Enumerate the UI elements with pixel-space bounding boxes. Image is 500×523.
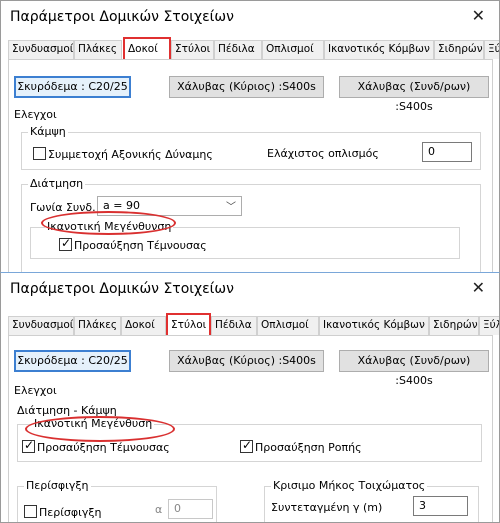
close-icon[interactable]: ✕ xyxy=(472,6,485,25)
tab-reinforcement[interactable]: Οπλισμοί xyxy=(257,316,319,335)
capacity-group: Ικανοτική Μεγένθυση Προσαύξηση Τέμνουσας… xyxy=(17,417,482,462)
confinement-check-label: Περίσφιγξη xyxy=(39,506,102,519)
steel-links-button[interactable]: Χάλυβας (Συνδ/ρων) :S400s xyxy=(339,350,489,387)
confinement-checkbox[interactable] xyxy=(24,505,37,518)
close-icon[interactable]: ✕ xyxy=(472,278,485,297)
tab-footings[interactable]: Πέδιλα xyxy=(214,40,262,59)
checks-label: Ελεγχοι xyxy=(14,384,57,397)
shear-increase-checkbox[interactable] xyxy=(22,438,35,453)
tab-columns[interactable]: Στύλοι xyxy=(166,313,211,335)
critical-length-group: Κρισιμο Μήκος Τοιχώματος Συντεταγμένη γ … xyxy=(264,479,479,522)
steel-main-button[interactable]: Χάλυβας (Κύριος) :S400s xyxy=(169,350,324,372)
title-bar: Παράμετροι Δομικών Στοιχείων ✕ xyxy=(1,273,499,303)
bending-label: Κάμψη xyxy=(28,125,68,138)
concrete-button[interactable]: Σκυρόδεμα : C20/25 xyxy=(14,76,131,98)
concrete-button[interactable]: Σκυρόδεμα : C20/25 xyxy=(14,350,131,372)
steel-links-button[interactable]: Χάλυβας (Συνδ/ρων) :S400s xyxy=(339,76,489,113)
tab-steel[interactable]: Σιδηρών xyxy=(429,316,479,335)
title-bar: Παράμετροι Δομικών Στοιχείων ✕ xyxy=(1,1,499,31)
angle-value: a = 90 xyxy=(103,199,140,212)
tab-columns[interactable]: Στύλοι xyxy=(171,40,214,59)
tab-combinations[interactable]: Συνδυασμοί xyxy=(8,316,74,335)
capacity-label: Ικανοτική Μεγένθυνση xyxy=(45,220,174,233)
tab-strip: Συνδυασμοί Πλάκες Δοκοί Στύλοι Πέδιλα Οπ… xyxy=(8,313,499,335)
tab-beams[interactable]: Δοκοί xyxy=(123,37,171,59)
axial-force-label: Συμμετοχή Αξονικής Δύναμης xyxy=(48,148,213,161)
capacity-label: Ικανοτική Μεγένθυση xyxy=(32,417,155,430)
capacity-group: Ικανοτική Μεγένθυνση Προσαύξηση Τέμνουσα… xyxy=(30,220,460,259)
tab-steel[interactable]: Σιδηρών xyxy=(434,40,484,59)
tab-pane: Σκυρόδεμα : C20/25 Χάλυβας (Κύριος) :S40… xyxy=(8,335,493,522)
tab-capacity-joints[interactable]: Ικανοτικός Κόμβων xyxy=(324,40,434,59)
confinement-group: Περίσφιγξη Περίσφιγξη α 0 xyxy=(17,479,217,522)
tab-footings[interactable]: Πέδιλα xyxy=(211,316,257,335)
bending-group: Κάμψη Συμμετοχή Αξονικής Δύναμης Ελάχιστ… xyxy=(21,125,481,170)
tab-timber[interactable]: Ξύλινα xyxy=(479,316,499,335)
tab-slabs[interactable]: Πλάκες xyxy=(74,316,121,335)
critical-length-label: Κρισιμο Μήκος Τοιχώματος xyxy=(271,479,428,492)
shear-increase-label: Προσαύξηση Τέμνουσας xyxy=(37,441,170,454)
dialog-title: Παράμετροι Δομικών Στοιχείων xyxy=(10,281,234,297)
moment-increase-checkbox[interactable] xyxy=(240,438,253,453)
tab-strip: Συνδυασμοί Πλάκες Δοκοί Στύλοι Πέδιλα Οπ… xyxy=(8,37,499,59)
tab-slabs[interactable]: Πλάκες xyxy=(74,40,122,59)
min-reinforcement-label: Ελάχιστος οπλισμός xyxy=(267,147,379,160)
angle-label: Γωνία Συνδ. xyxy=(30,201,96,214)
alpha-label: α xyxy=(155,503,163,516)
dialog-columns: Παράμετροι Δομικών Στοιχείων ✕ Συνδυασμο… xyxy=(0,272,500,523)
angle-dropdown[interactable]: a = 90 ﹀ xyxy=(97,196,242,216)
tab-reinforcement[interactable]: Οπλισμοί xyxy=(262,40,324,59)
shear-label: Διάτμηση xyxy=(28,177,86,190)
tab-capacity-joints[interactable]: Ικανοτικός Κόμβων xyxy=(319,316,429,335)
shear-bending-label: Διάτμηση - Κάμψη xyxy=(17,404,117,417)
coordinate-input[interactable]: 3 xyxy=(413,496,468,516)
tab-pane: Σκυρόδεμα : C20/25 Χάλυβας (Κύριος) :S40… xyxy=(8,59,493,274)
shear-increase-checkbox[interactable] xyxy=(59,236,72,251)
confinement-label: Περίσφιγξη xyxy=(24,479,91,492)
checks-label: Ελεγχοι xyxy=(14,108,57,121)
shear-group: Διάτμηση Γωνία Συνδ. a = 90 ﹀ Ικανοτική … xyxy=(21,177,481,274)
dialog-title: Παράμετροι Δομικών Στοιχείων xyxy=(10,9,234,25)
moment-increase-label: Προσαύξηση Ροπής xyxy=(255,441,362,454)
alpha-input[interactable]: 0 xyxy=(168,499,213,519)
dialog-beams: Παράμετροι Δομικών Στοιχείων ✕ Συνδυασμο… xyxy=(0,0,500,275)
steel-main-button[interactable]: Χάλυβας (Κύριος) :S400s xyxy=(169,76,324,98)
chevron-down-icon: ﹀ xyxy=(226,202,236,213)
coordinate-label: Συντεταγμένη γ (m) xyxy=(271,501,383,514)
min-reinforcement-input[interactable]: 0 xyxy=(422,142,472,162)
tab-combinations[interactable]: Συνδυασμοί xyxy=(8,40,74,59)
tab-timber[interactable]: Ξύλινα xyxy=(484,40,499,59)
axial-force-checkbox[interactable] xyxy=(33,147,46,160)
shear-increase-label: Προσαύξηση Τέμνουσας xyxy=(74,239,207,252)
tab-beams[interactable]: Δοκοί xyxy=(121,316,166,335)
